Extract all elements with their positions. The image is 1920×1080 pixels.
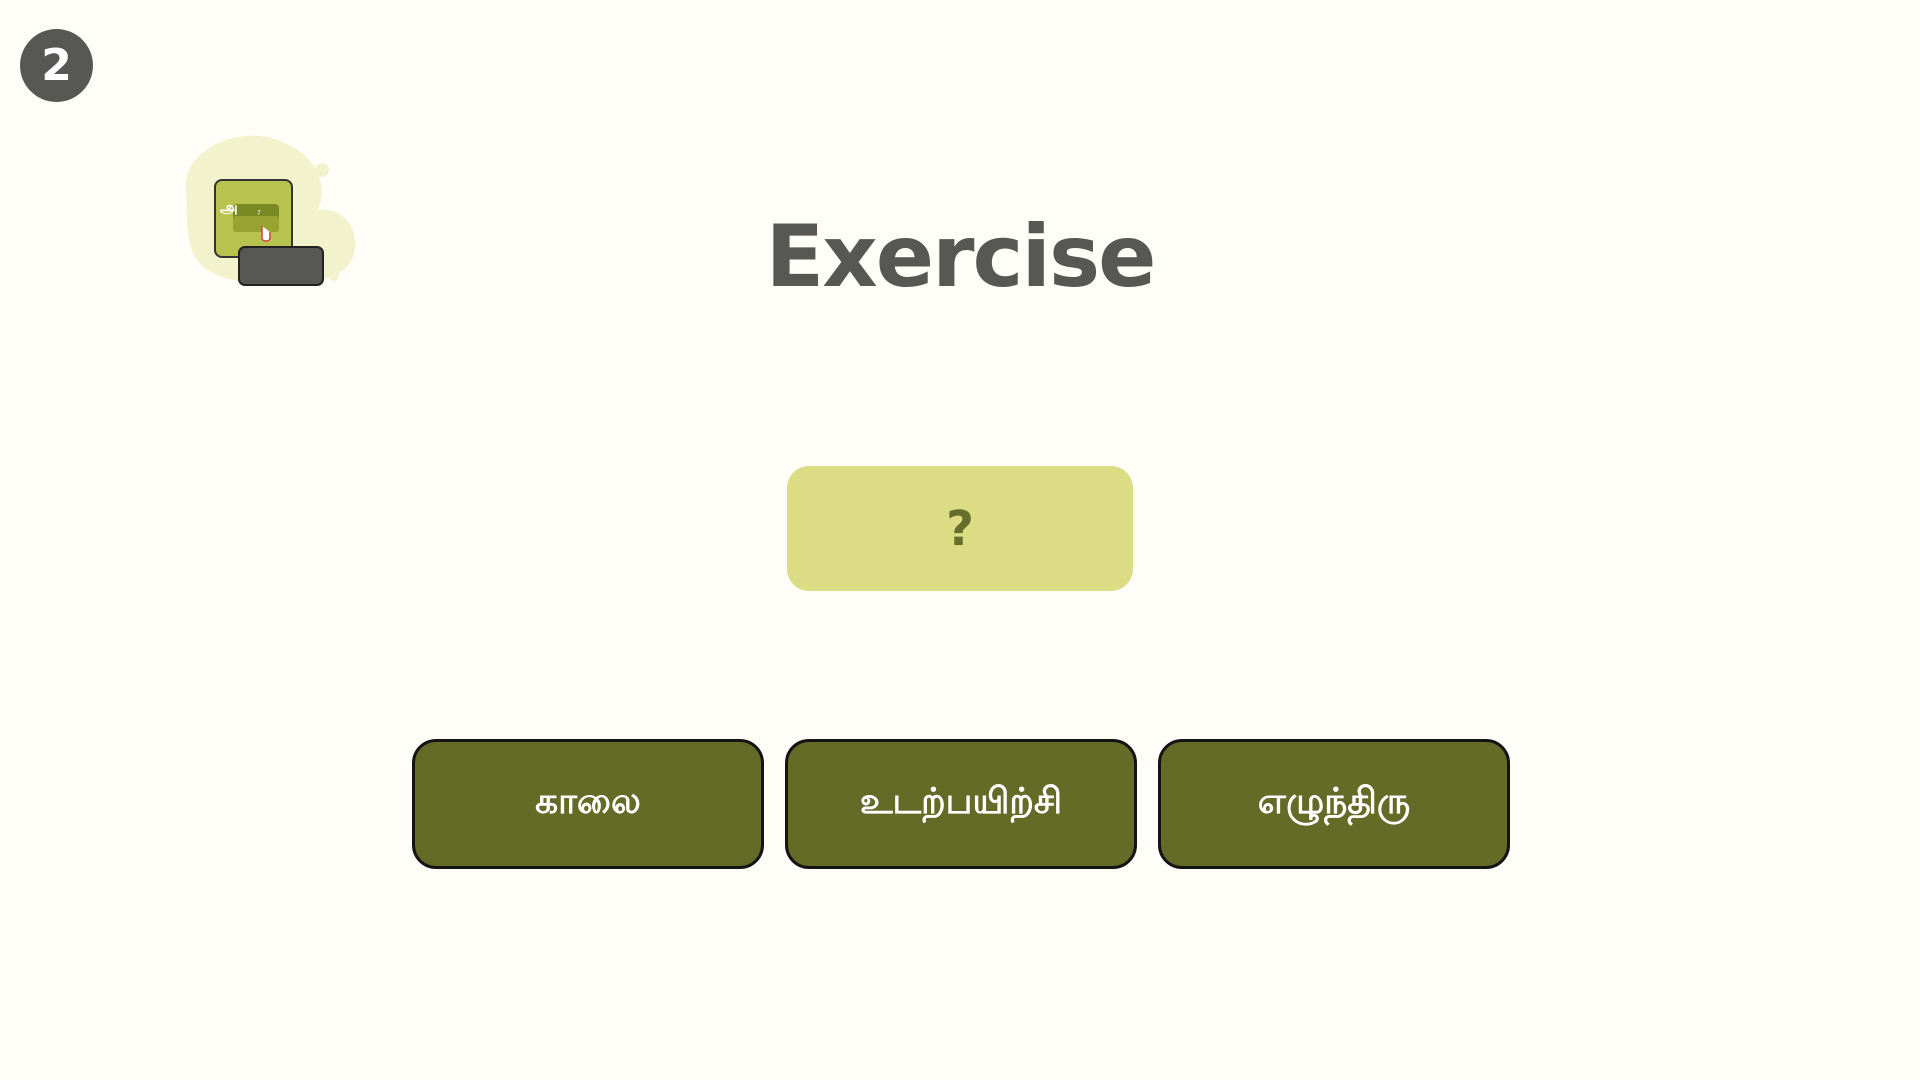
option-label: காலை bbox=[535, 781, 641, 822]
option-button-3[interactable]: எழுந்திரு bbox=[1158, 739, 1510, 869]
word-options: காலை உடற்பயிற்சி எழுந்திரு bbox=[412, 739, 1510, 869]
option-label: எழுந்திரு bbox=[1257, 781, 1411, 822]
step-number: 2 bbox=[41, 39, 72, 91]
option-button-2[interactable]: உடற்பயிற்சி bbox=[785, 739, 1137, 869]
answer-drop-slot[interactable]: ? bbox=[787, 466, 1133, 591]
page-title: Exercise bbox=[765, 207, 1157, 307]
option-button-1[interactable]: காலை bbox=[412, 739, 764, 869]
game-screen: 2 அ ? Exercise ? காலை உடற்பயிற்சி எழுந்த… bbox=[0, 0, 1920, 1080]
step-number-badge: 2 bbox=[20, 29, 93, 102]
option-label: உடற்பயிற்சி bbox=[859, 781, 1063, 822]
answer-placeholder: ? bbox=[946, 500, 974, 557]
